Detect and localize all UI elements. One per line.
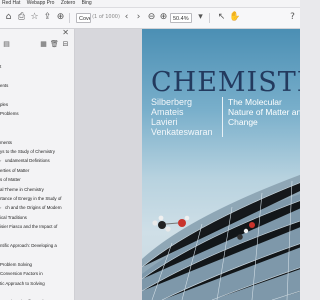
sidebar-bookmark-item[interactable]: ples (0, 100, 74, 109)
bookmark-item[interactable]: Webapp Pro (27, 0, 55, 6)
toolbar-separator (69, 13, 70, 23)
delete-icon[interactable]: 🗑 (50, 40, 59, 49)
pdf-toolbar: ⌂ ⎙ ☆ ⇪ ⊕ Cover (1 of 1000) ‹ › ⊖ ⊕ 50.4… (0, 8, 300, 29)
sidebar-bookmark-label: ments (0, 139, 12, 145)
sidebar-bookmark-label: ples (0, 102, 9, 107)
sidebar-bookmark-label: t (0, 64, 2, 70)
download-icon[interactable]: ⊕ (55, 12, 66, 23)
author-name: Lavieri (151, 117, 178, 127)
sidebar-bookmark-item[interactable]: rtance of Energy in the Study of (0, 194, 74, 203)
sidebar-bookmark-label: isier Fiasco and the Impact of (0, 224, 58, 230)
expand-icon[interactable]: ▤ (2, 40, 11, 49)
sidebar-bookmark-item[interactable]: Conversion Factors in (0, 269, 74, 278)
author-name: Venkateswaran (151, 127, 213, 137)
sidebar-bookmark-item[interactable]: s of Matter (0, 175, 74, 184)
sidebar-bookmark-label: rtance of Energy in the Study of (0, 196, 62, 201)
sidebar-bookmark-item[interactable]: Problem Solving (0, 260, 74, 269)
sidebar-bookmark-label: ents (0, 83, 9, 89)
sidebar-bookmark-label: ical Traditions (0, 214, 27, 220)
bookmark-item[interactable]: Zotero (61, 0, 75, 6)
sidebar-bookmark-item[interactable] (0, 119, 74, 128)
sidebar-bookmark-label: ntific Approach: Developing a (0, 243, 57, 248)
cover-title: CHEMISTRY (151, 67, 300, 98)
author-name: Amateis (151, 107, 184, 117)
page-total-label: (1 of 1000) (92, 14, 120, 20)
sidebar-bookmark-item[interactable]: Problems (0, 109, 74, 118)
cover-authors: Silberberg Amateis Lavieri Venkateswaran (151, 97, 216, 137)
bookmark-item[interactable]: Red Hat (2, 0, 20, 6)
zoom-out-icon[interactable]: ⊖ (146, 12, 157, 23)
home-icon[interactable]: ⌂ (3, 12, 14, 23)
sidebar-bookmark-label: undamental Definitions (5, 158, 50, 164)
cover-subtitle: The Molecular Nature of Matter and Chang… (228, 97, 300, 127)
sidebar-bookmark-item[interactable]: t (0, 62, 74, 71)
help-icon[interactable]: ? (287, 12, 298, 23)
sidebar-bookmark-label: Problem Solving (0, 261, 32, 267)
bookmarks-bar: Red Hat Webapp Pro Zotero Bing (0, 0, 300, 8)
cover-divider (222, 97, 223, 137)
collapse-icon[interactable]: ▦ (39, 40, 48, 49)
close-icon[interactable]: ✕ (62, 29, 69, 37)
sidebar-toolbar: ▤ ▦ 🗑 ⊟ (0, 40, 74, 50)
zoom-in-icon[interactable]: ⊕ (158, 12, 169, 23)
pdf-page-cover: CHEMISTRY Silberberg Amateis Lavieri Ven… (142, 29, 300, 300)
sidebar-bookmark-item[interactable] (0, 288, 74, 297)
document-viewer[interactable]: CHEMISTRY Silberberg Amateis Lavieri Ven… (75, 29, 300, 300)
sidebar-bookmark-label: al Theme in Chemistry (0, 186, 44, 192)
sidebar-bookmark-item[interactable] (0, 128, 74, 137)
sidebar-bookmark-label: erties of Matter (0, 167, 30, 173)
zoom-select[interactable]: 50.4% (170, 13, 192, 23)
chevron-down-icon[interactable]: ▾ (195, 12, 206, 23)
sidebar-bookmark-item[interactable] (0, 250, 74, 259)
print-icon[interactable]: ⎙ (16, 12, 27, 23)
bookmark-icon[interactable]: ☆ (29, 12, 40, 23)
upload-icon[interactable]: ⇪ (42, 12, 53, 23)
sidebar-bookmark-item[interactable]: ments (0, 138, 74, 147)
tag-icon[interactable]: ⊟ (61, 40, 70, 49)
sidebar-bookmark-label: Conversion Factors in (0, 271, 43, 277)
sidebar-bookmark-item[interactable]: › ch and the Origins of Modern (0, 203, 74, 212)
prev-page-icon[interactable]: ‹ (121, 12, 132, 23)
author-name: Silberberg (151, 97, 193, 107)
sidebar-bookmark-item[interactable] (0, 91, 74, 100)
bookmarks-sidebar: ✕ ▤ ▦ 🗑 ⊟ t ents ples Problems ments ys to th… (0, 29, 75, 300)
sidebar-bookmark-label: s of Matter (0, 177, 21, 183)
toolbar-separator (209, 13, 210, 23)
sidebar-bookmark-item[interactable]: ys to the Study of Chemistry (0, 147, 74, 156)
sidebar-bookmark-item[interactable] (0, 53, 74, 62)
hand-tool-icon[interactable]: ✋ (229, 12, 240, 23)
sidebar-bookmark-item[interactable]: erties of Matter (0, 166, 74, 175)
sidebar-bookmark-label: ch and the Origins of Modern (5, 205, 62, 211)
next-page-icon[interactable]: › (133, 12, 144, 23)
bookmark-item[interactable]: Bing (82, 0, 92, 6)
sidebar-bookmark-item[interactable]: tic Approach to Solving (0, 279, 74, 288)
select-cursor-icon[interactable]: ↖ (216, 12, 227, 23)
sidebar-bookmark-label: tic Approach to Solving (0, 280, 45, 286)
sidebar-bookmark-item[interactable]: ical Traditions (0, 213, 74, 222)
sidebar-bookmark-item[interactable]: al Theme in Chemistry (0, 185, 74, 194)
sidebar-bookmark-label: Problems (0, 111, 19, 117)
sidebar-bookmark-item[interactable]: isier Fiasco and the Impact of (0, 222, 74, 231)
sidebar-bookmark-item[interactable]: ntific Approach: Developing a (0, 241, 74, 250)
sidebar-bookmark-item[interactable]: ents (0, 81, 74, 90)
page-number-input[interactable]: Cover (76, 13, 91, 23)
sidebar-bookmark-item[interactable]: › undamental Definitions (0, 156, 74, 165)
sidebar-bookmark-item[interactable] (0, 232, 74, 241)
sidebar-bookmark-item[interactable] (0, 72, 74, 81)
sidebar-bookmark-label: ys to the Study of Chemistry (0, 149, 55, 154)
